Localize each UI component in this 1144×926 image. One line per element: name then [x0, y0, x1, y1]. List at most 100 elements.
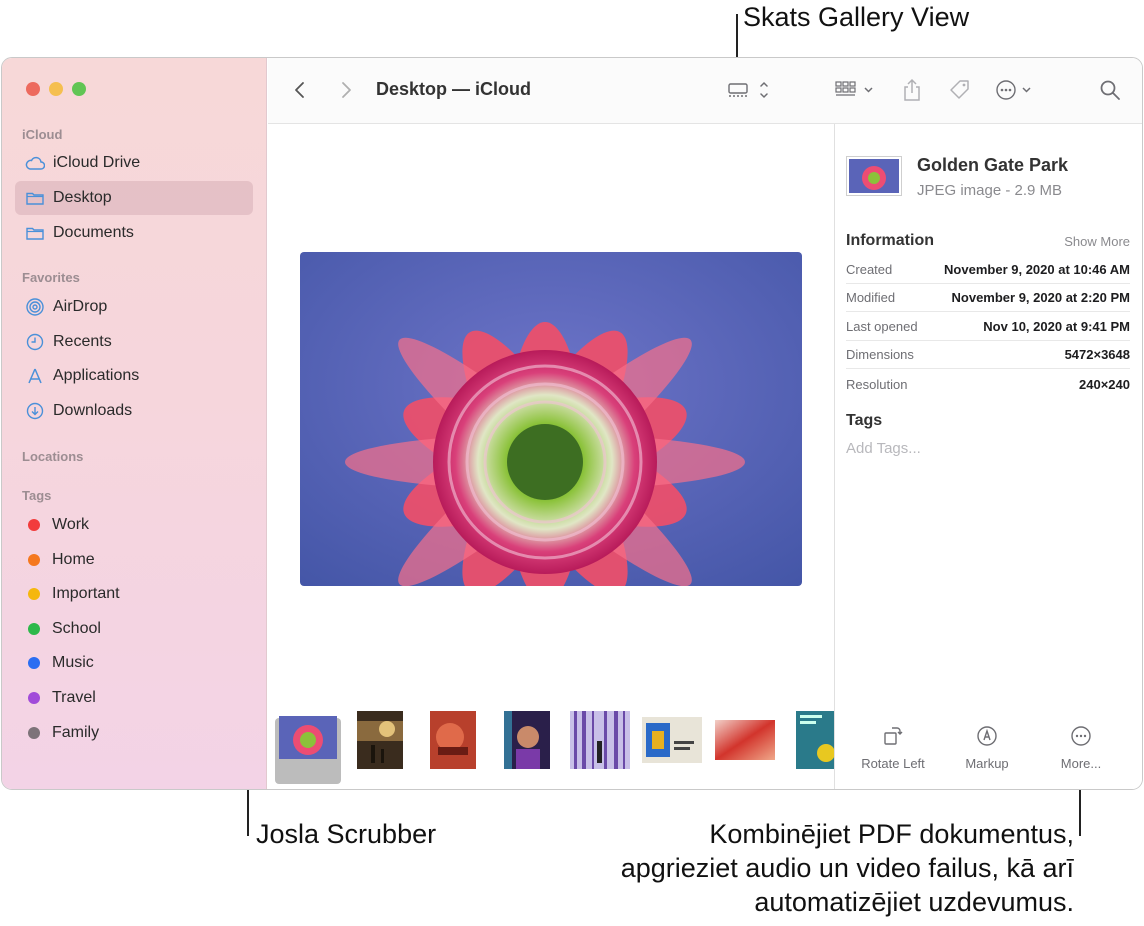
gallery-view-icon	[728, 81, 768, 99]
info-value: 5472×3648	[1064, 347, 1130, 362]
red-tag-dot-icon	[28, 519, 40, 531]
sidebar-tag-important[interactable]: Important	[15, 577, 253, 611]
information-heading: Information	[846, 232, 934, 249]
blue-tag-dot-icon	[28, 657, 40, 669]
sidebar-tag-work[interactable]: Work	[15, 508, 253, 542]
sidebar-item-label: Travel	[52, 689, 96, 706]
tags-heading: Tags	[846, 412, 883, 429]
preview-pane: Golden Gate Park JPEG image - 2.9 MB Inf…	[834, 124, 1142, 789]
scrubber-thumb-magazine[interactable]	[642, 717, 702, 763]
share-button[interactable]	[898, 76, 926, 104]
sidebar-section-tags: Tags	[22, 488, 52, 503]
purple-tag-dot-icon	[28, 692, 40, 704]
back-button[interactable]	[288, 76, 312, 104]
sidebar-tag-family[interactable]: Family	[15, 716, 253, 750]
info-row-modified: Modified November 9, 2020 at 2:20 PM	[846, 284, 1130, 312]
scrubber-thumb-stripes[interactable]	[570, 711, 630, 769]
scrubber-thumb-portrait[interactable]	[504, 711, 550, 769]
info-value: 240×240	[1079, 376, 1130, 392]
search-button[interactable]	[1096, 76, 1124, 104]
info-row-created: Created November 9, 2020 at 10:46 AM	[846, 256, 1130, 284]
show-more-link[interactable]: Show More	[1064, 234, 1130, 249]
forward-button[interactable]	[334, 76, 358, 104]
flower-photo	[300, 252, 802, 586]
sidebar-item-icloud-drive[interactable]: iCloud Drive	[15, 146, 253, 180]
toolbar: Desktop — iCloud	[268, 58, 1142, 124]
rotate-left-button[interactable]: Rotate Left	[843, 722, 943, 771]
sidebar-tag-school[interactable]: School	[15, 612, 253, 646]
scrubber-thumb-red-art[interactable]	[430, 711, 476, 769]
sidebar-tag-home[interactable]: Home	[15, 543, 253, 577]
info-key: Modified	[846, 290, 896, 305]
sidebar-item-label: Important	[52, 585, 120, 602]
sidebar-tag-travel[interactable]: Travel	[15, 681, 253, 715]
action-menu-button[interactable]	[994, 76, 1038, 104]
folder-icon	[25, 188, 45, 208]
scrubber-callout: Josla Scrubber	[256, 819, 437, 849]
applications-icon	[25, 366, 45, 386]
sidebar-item-label: Work	[52, 516, 90, 533]
info-value: November 9, 2020 at 10:46 AM	[944, 262, 1130, 277]
preview-image[interactable]	[300, 252, 802, 586]
share-icon	[904, 78, 920, 101]
markup-label: Markup	[965, 756, 1009, 771]
sidebar-item-downloads[interactable]: Downloads	[15, 394, 253, 428]
sidebar-section-icloud: iCloud	[22, 127, 63, 142]
sidebar-item-airdrop[interactable]: AirDrop	[15, 290, 253, 324]
chevron-right-icon	[342, 82, 351, 98]
sidebar-item-documents[interactable]: Documents	[15, 216, 253, 250]
airdrop-icon	[25, 297, 45, 317]
sidebar-item-label: Family	[52, 724, 100, 741]
sidebar-item-label: Recents	[53, 333, 112, 350]
scrubber-thumb-gradient[interactable]	[715, 720, 775, 760]
markup-button[interactable]: Markup	[937, 722, 1037, 771]
gallery-view	[268, 124, 835, 789]
zoom-window-button[interactable]	[72, 82, 86, 96]
info-key: Dimensions	[846, 347, 914, 362]
orange-tag-dot-icon	[28, 554, 40, 566]
search-icon	[1100, 80, 1120, 100]
sidebar: iCloud iCloud Drive Desktop Documents Fa…	[2, 58, 267, 789]
sidebar-item-label: Downloads	[53, 402, 133, 419]
more-actions-button[interactable]: More...	[1031, 722, 1131, 771]
info-key: Resolution	[846, 376, 908, 392]
sidebar-section-favorites: Favorites	[22, 270, 80, 285]
rotate-left-icon	[843, 722, 943, 750]
cloud-icon	[25, 153, 45, 173]
scrubber-thumb-flower[interactable]	[279, 716, 337, 759]
sidebar-item-label: Documents	[53, 224, 134, 241]
scrubber-bar[interactable]	[268, 703, 835, 789]
chevron-left-icon	[295, 82, 304, 98]
minimize-window-button[interactable]	[49, 82, 63, 96]
close-window-button[interactable]	[26, 82, 40, 96]
scrubber-thumb-forest[interactable]	[357, 711, 403, 769]
ellipsis-circle-icon	[996, 80, 1031, 100]
info-value: Nov 10, 2020 at 9:41 PM	[983, 319, 1130, 334]
info-value: November 9, 2020 at 2:20 PM	[951, 290, 1130, 305]
file-kind: JPEG image - 2.9 MB	[917, 182, 1063, 199]
ellipsis-circle-icon	[1031, 722, 1131, 750]
rotate-left-label: Rotate Left	[861, 756, 925, 771]
add-tags-field[interactable]: Add Tags...	[846, 440, 921, 457]
scrubber-thumb-marketing[interactable]	[796, 711, 835, 769]
green-tag-dot-icon	[28, 623, 40, 635]
file-name: Golden Gate Park	[917, 155, 1069, 175]
info-row-last-opened: Last opened Nov 10, 2020 at 9:41 PM	[846, 313, 1130, 341]
tag-button[interactable]	[946, 76, 974, 104]
more-label: More...	[1060, 756, 1102, 771]
sidebar-item-applications[interactable]: Applications	[15, 359, 253, 393]
info-row-resolution: Resolution 240×240	[846, 370, 1130, 398]
info-row-dimensions: Dimensions 5472×3648	[846, 341, 1130, 369]
window-title: Desktop — iCloud	[376, 79, 532, 99]
sidebar-item-desktop[interactable]: Desktop	[15, 181, 253, 215]
markup-icon	[937, 722, 1037, 750]
sidebar-tag-music[interactable]: Music	[15, 646, 253, 680]
gallery-view-callout: Skats Gallery View	[743, 2, 970, 32]
view-mode-button[interactable]	[724, 76, 774, 104]
stage: Skats Gallery View Josla Scrubber Kombin…	[0, 0, 1144, 926]
sidebar-item-recents[interactable]: Recents	[15, 325, 253, 359]
info-key: Created	[846, 262, 893, 277]
sidebar-item-label: Applications	[53, 367, 140, 384]
sidebar-item-label: Desktop	[53, 189, 112, 206]
group-button[interactable]	[834, 76, 878, 104]
